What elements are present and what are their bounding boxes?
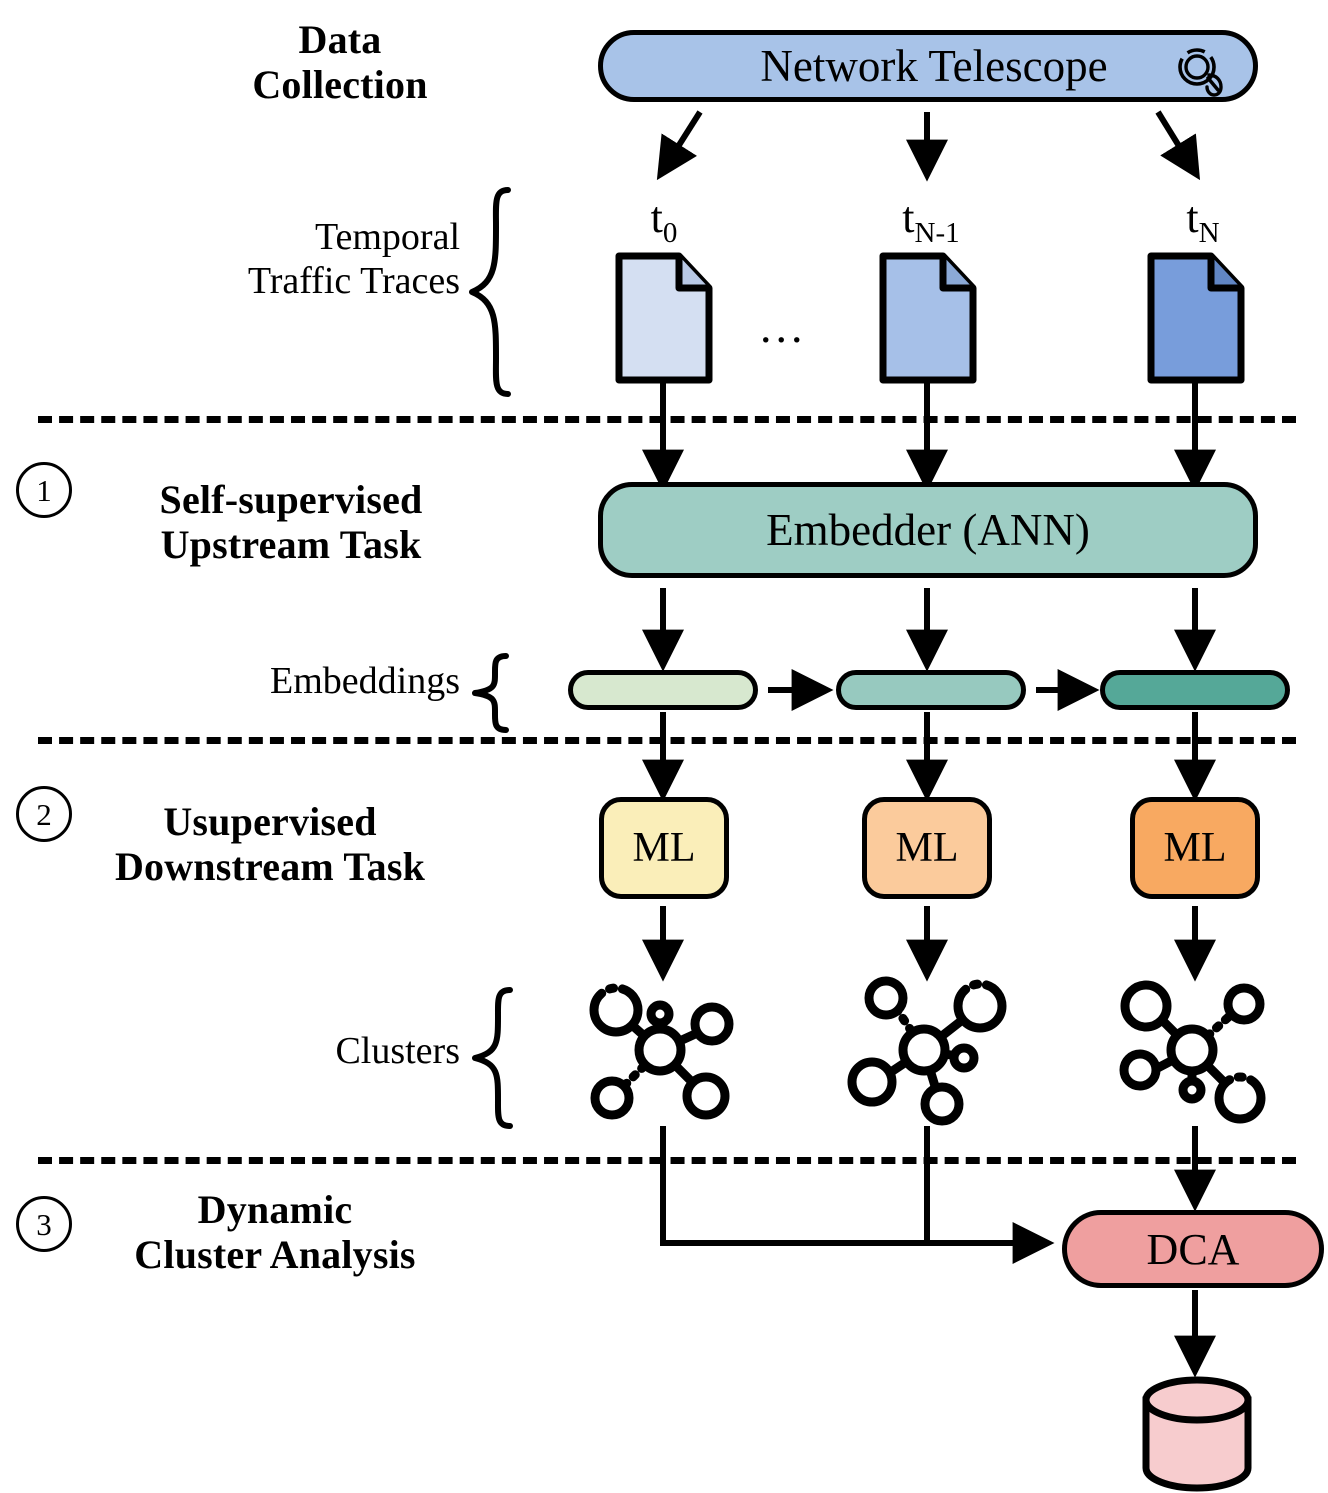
dca-box[interactable]: DCA <box>1062 1210 1324 1288</box>
figure-canvas: Data Collection 1 Self-supervised Upstre… <box>0 0 1328 1493</box>
database-cylinder-icon <box>1138 1376 1256 1492</box>
dca-label: DCA <box>1146 1224 1240 1274</box>
